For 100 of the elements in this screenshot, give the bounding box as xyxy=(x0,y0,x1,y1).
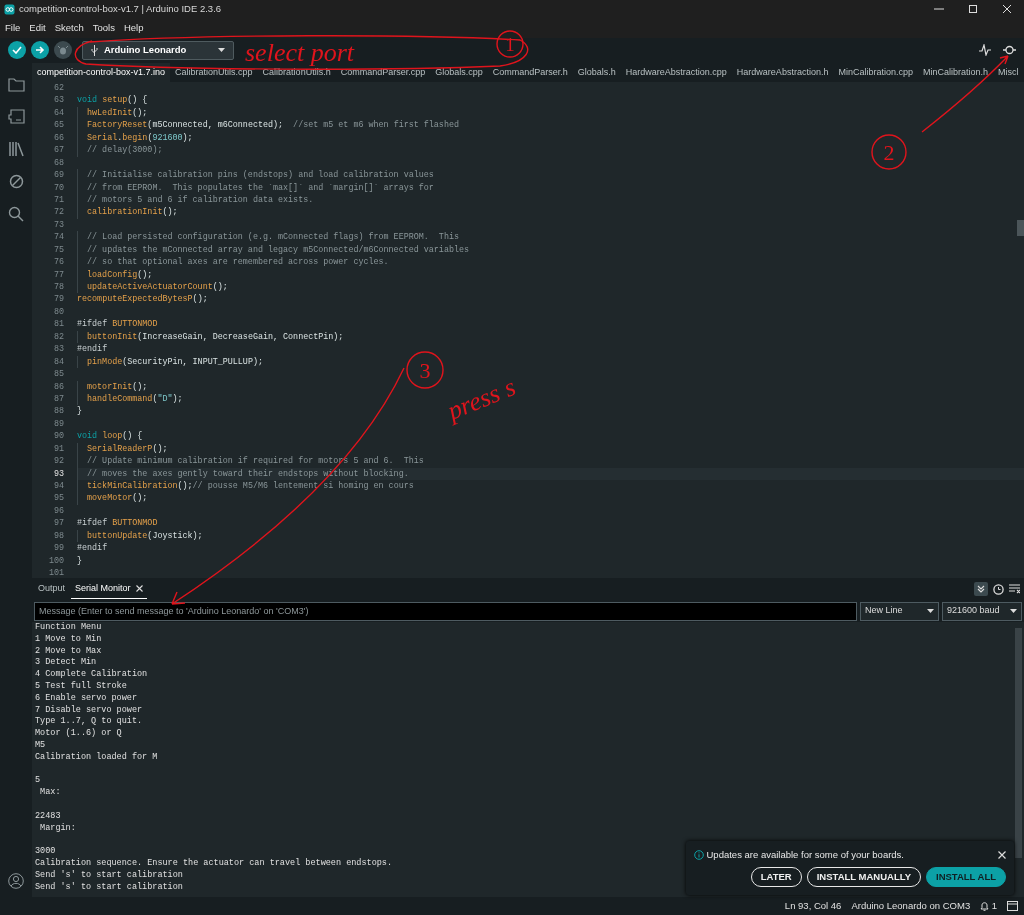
line-number: 95 xyxy=(52,492,64,505)
line-number: 69 xyxy=(52,169,64,182)
menu-item[interactable]: Help xyxy=(123,20,144,36)
code-line: moveMotor(); xyxy=(77,492,148,505)
line-number: 101 xyxy=(47,567,64,578)
line-number: 66 xyxy=(52,131,64,145)
serial-monitor-icon[interactable] xyxy=(1003,44,1016,56)
file-tab[interactable]: Miscl xyxy=(993,62,1024,82)
line-number: 88 xyxy=(52,405,64,418)
line-number: 79 xyxy=(52,293,64,306)
baud-rate-dropdown[interactable]: 921600 baud xyxy=(942,601,1022,621)
code-line: loadConfig(); xyxy=(77,268,153,281)
code-line: // Load persisted configuration (e.g. mConnected flags) from EEPROM. This xyxy=(77,231,459,244)
code-line: // motors 5 and 6 if calibration data exists. xyxy=(77,193,314,207)
search-icon[interactable] xyxy=(8,206,24,222)
menu-item[interactable]: Sketch xyxy=(54,20,84,36)
plotter-icon[interactable] xyxy=(979,44,991,56)
output-line: 4 Complete Calibration xyxy=(35,669,148,681)
code-line: SerialReaderP(); xyxy=(77,442,168,456)
menu-item[interactable]: Edit xyxy=(29,20,46,36)
file-tab[interactable]: HardwareAbstraction.cpp xyxy=(620,62,732,82)
code-line: } xyxy=(77,554,83,568)
clock-icon[interactable] xyxy=(993,583,1004,595)
output-line: 5 xyxy=(35,775,41,788)
close-icon[interactable] xyxy=(135,585,143,592)
library-icon[interactable] xyxy=(7,141,25,157)
caret-icon xyxy=(927,609,934,613)
bell-icon[interactable] xyxy=(980,901,990,911)
menu-item[interactable]: File xyxy=(5,20,21,36)
close-icon[interactable] xyxy=(998,850,1006,859)
output-line: Motor (1..6) or Q xyxy=(35,728,122,740)
file-tab[interactable]: MinCalibration.h xyxy=(917,62,993,82)
scrollbar-thumb[interactable] xyxy=(1017,220,1024,236)
code-line: buttonInit(IncreaseGain, DecreaseGain, ConnectPin); xyxy=(77,330,344,344)
usb-icon xyxy=(91,44,98,56)
autoscroll-toggle[interactable] xyxy=(974,582,988,596)
no-entry-icon[interactable] xyxy=(8,174,24,189)
cursor-position[interactable]: Ln 93, Col 46 xyxy=(784,898,842,914)
panel-tab[interactable]: Output xyxy=(34,579,70,599)
line-number: 93 xyxy=(52,467,64,480)
line-number: 76 xyxy=(52,256,64,269)
account-icon[interactable] xyxy=(8,873,24,889)
line-number: 100 xyxy=(47,554,64,568)
output-line: 6 Enable servo power xyxy=(35,692,138,705)
annotation-circle xyxy=(871,134,907,170)
verify-button[interactable] xyxy=(8,41,26,59)
folder-icon[interactable] xyxy=(7,78,25,92)
output-line: Margin: xyxy=(39,822,76,835)
double-chevron-icon xyxy=(977,585,985,593)
board-icon[interactable] xyxy=(7,109,25,124)
line-number: 90 xyxy=(52,430,64,443)
annotation-circle xyxy=(406,351,444,389)
caret-icon xyxy=(1010,609,1017,613)
file-tab[interactable]: HardwareAbstraction.h xyxy=(731,62,834,82)
board-name: Arduino Leonardo xyxy=(104,42,187,57)
file-tab[interactable]: competition-control-box-v1.7.ino xyxy=(32,62,171,82)
line-number: 72 xyxy=(52,206,64,219)
arrow-right-icon xyxy=(35,45,45,55)
output-line: Max: xyxy=(39,787,61,799)
code-line: calibrationInit(); xyxy=(77,206,178,219)
scrollbar[interactable] xyxy=(1015,628,1022,858)
file-tab[interactable]: Globals.h xyxy=(572,62,621,82)
annotation-circle xyxy=(496,30,524,58)
line-number: 85 xyxy=(52,368,64,381)
message-field[interactable]: Message (Enter to send message to 'Arduino Leonardo' on 'COM3') xyxy=(34,601,857,621)
code-line: void setup() { xyxy=(77,94,148,107)
line-number: 97 xyxy=(52,517,64,530)
annotation-number: 2 xyxy=(883,140,895,165)
info-icon xyxy=(694,849,704,860)
line-number: 91 xyxy=(52,442,64,456)
file-tab[interactable]: MinCalibration.cpp xyxy=(833,62,918,82)
caret-icon xyxy=(218,48,225,52)
panel-tab[interactable]: Serial Monitor xyxy=(71,578,147,600)
upload-button[interactable] xyxy=(31,41,49,59)
line-number: 64 xyxy=(52,106,64,120)
layout-icon[interactable] xyxy=(1007,901,1018,911)
clear-output-icon[interactable] xyxy=(1009,584,1020,594)
file-tab[interactable]: Globals.cpp xyxy=(430,62,488,82)
file-tab[interactable]: CommandParser.h xyxy=(487,62,573,82)
code-line: #endif xyxy=(77,542,108,555)
menu-item[interactable]: Tools xyxy=(92,20,115,36)
annotation-note: press s xyxy=(443,372,520,426)
board-selector[interactable]: Arduino Leonardo xyxy=(82,40,234,60)
code-line: FactoryReset(m5Connected, m6Connected); //set m5 et m6 when first flashed xyxy=(77,119,459,132)
line-ending-dropdown[interactable]: New Line xyxy=(860,601,939,621)
code-line: buttonUpdate(Joystick); xyxy=(77,529,203,543)
output-line: 22483 xyxy=(35,810,61,823)
window-title: competition-control-box-v1.7 | Arduino IDE 2.3.6 xyxy=(19,1,222,16)
notification-count: 1 xyxy=(991,898,997,913)
line-number: 67 xyxy=(52,144,64,157)
output-line: Calibration loaded for M xyxy=(35,751,158,764)
annotation-number: 3 xyxy=(419,358,431,383)
line-number: 78 xyxy=(52,281,64,294)
line-number: 80 xyxy=(52,305,64,319)
line-number: 68 xyxy=(52,156,64,170)
line-number: 89 xyxy=(52,417,64,431)
board-status[interactable]: Arduino Leonardo on COM3 xyxy=(851,898,971,914)
line-number: 96 xyxy=(52,504,64,518)
notification-button[interactable]: INSTALL ALL xyxy=(926,866,1006,887)
code-line: // from EEPROM. This populates the `max[]` and `margin[]` arrays for xyxy=(77,181,434,194)
